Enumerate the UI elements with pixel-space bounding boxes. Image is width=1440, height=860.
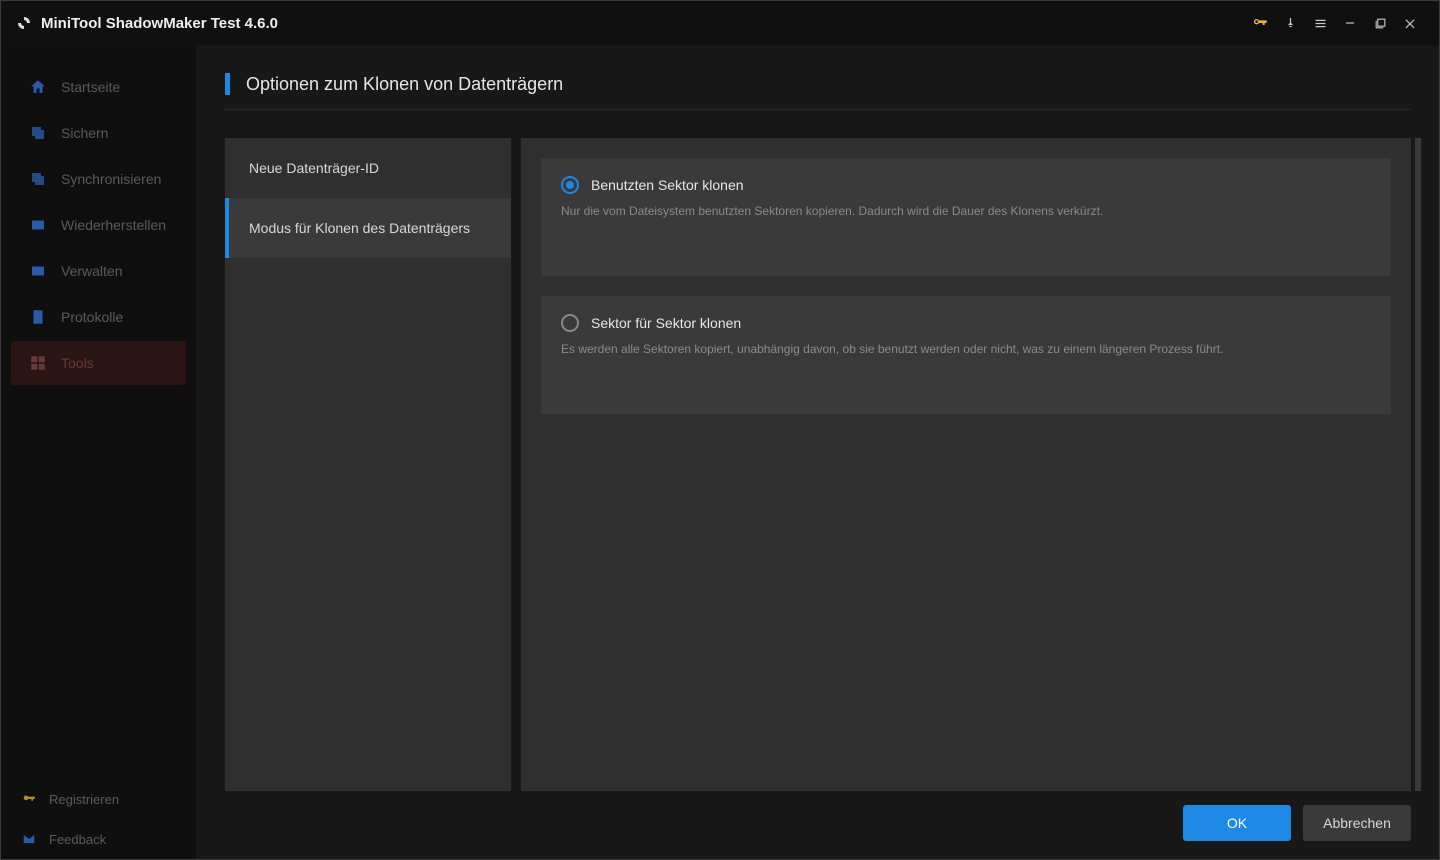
mail-icon xyxy=(21,831,37,847)
ok-label: OK xyxy=(1227,815,1247,831)
page-header: Optionen zum Klonen von Datenträgern xyxy=(225,73,1411,110)
maximize-button[interactable] xyxy=(1365,8,1395,38)
register-button[interactable]: Registrieren xyxy=(1,779,196,819)
nav-label: Sichern xyxy=(61,125,108,141)
radio-icon xyxy=(561,176,579,194)
app-title: MiniTool ShadowMaker Test 4.6.0 xyxy=(41,15,278,32)
radio-description: Es werden alle Sektoren kopiert, unabhän… xyxy=(561,340,1371,358)
radio-icon xyxy=(561,314,579,332)
option-tab-list: Neue Datenträger-ID Modus für Klonen des… xyxy=(225,138,511,791)
option-content: Benutzten Sektor klonen Nur die vom Date… xyxy=(521,138,1411,791)
restore-icon xyxy=(29,216,47,234)
option-tab-label: Neue Datenträger-ID xyxy=(249,160,379,176)
nav-label: Tools xyxy=(61,355,94,371)
header-accent xyxy=(225,73,230,95)
nav-backup[interactable]: Sichern xyxy=(11,111,186,155)
feedback-label: Feedback xyxy=(49,832,106,847)
clone-mode-sector-by-sector[interactable]: Sektor für Sektor klonen Es werden alle … xyxy=(541,296,1391,414)
feedback-button[interactable]: Feedback xyxy=(1,819,196,859)
nav-label: Startseite xyxy=(61,79,120,95)
nav-label: Verwalten xyxy=(61,263,122,279)
option-tab-label: Modus für Klonen des Datenträgers xyxy=(249,220,470,236)
clone-mode-used-sector[interactable]: Benutzten Sektor klonen Nur die vom Date… xyxy=(541,158,1391,276)
content-area: Optionen zum Klonen von Datenträgern Neu… xyxy=(197,45,1439,859)
register-label: Registrieren xyxy=(49,792,119,807)
sync-icon xyxy=(29,170,47,188)
key-icon xyxy=(21,791,37,807)
notify-button[interactable] xyxy=(1275,8,1305,38)
nav-sidebar: Startseite Sichern Synchronisieren Wiede… xyxy=(1,45,197,859)
ok-button[interactable]: OK xyxy=(1183,805,1291,841)
nav-label: Protokolle xyxy=(61,309,123,325)
app-logo-icon xyxy=(15,14,33,32)
license-key-button[interactable] xyxy=(1245,8,1275,38)
nav-logs[interactable]: Protokolle xyxy=(11,295,186,339)
cancel-button[interactable]: Abbrechen xyxy=(1303,805,1411,841)
option-tab-clone-mode[interactable]: Modus für Klonen des Datenträgers xyxy=(225,198,511,258)
tools-icon xyxy=(29,354,47,372)
cancel-label: Abbrechen xyxy=(1323,815,1391,831)
home-icon xyxy=(29,78,47,96)
menu-button[interactable] xyxy=(1305,8,1335,38)
nav-sync[interactable]: Synchronisieren xyxy=(11,157,186,201)
dialog-footer: OK Abbrechen xyxy=(225,791,1411,841)
close-button[interactable] xyxy=(1395,8,1425,38)
nav-home[interactable]: Startseite xyxy=(11,65,186,109)
radio-label: Benutzten Sektor klonen xyxy=(591,177,744,193)
radio-description: Nur die vom Dateisystem benutzten Sektor… xyxy=(561,202,1371,220)
nav-label: Synchronisieren xyxy=(61,171,161,187)
manage-icon xyxy=(29,262,47,280)
minimize-button[interactable] xyxy=(1335,8,1365,38)
nav-restore[interactable]: Wiederherstellen xyxy=(11,203,186,247)
nav-manage[interactable]: Verwalten xyxy=(11,249,186,293)
logs-icon xyxy=(29,308,47,326)
radio-label: Sektor für Sektor klonen xyxy=(591,315,741,331)
page-title: Optionen zum Klonen von Datenträgern xyxy=(246,74,563,95)
nav-label: Wiederherstellen xyxy=(61,217,166,233)
backup-icon xyxy=(29,124,47,142)
option-tab-disk-id[interactable]: Neue Datenträger-ID xyxy=(225,138,511,198)
title-bar: MiniTool ShadowMaker Test 4.6.0 xyxy=(1,1,1439,45)
nav-tools[interactable]: Tools xyxy=(11,341,186,385)
